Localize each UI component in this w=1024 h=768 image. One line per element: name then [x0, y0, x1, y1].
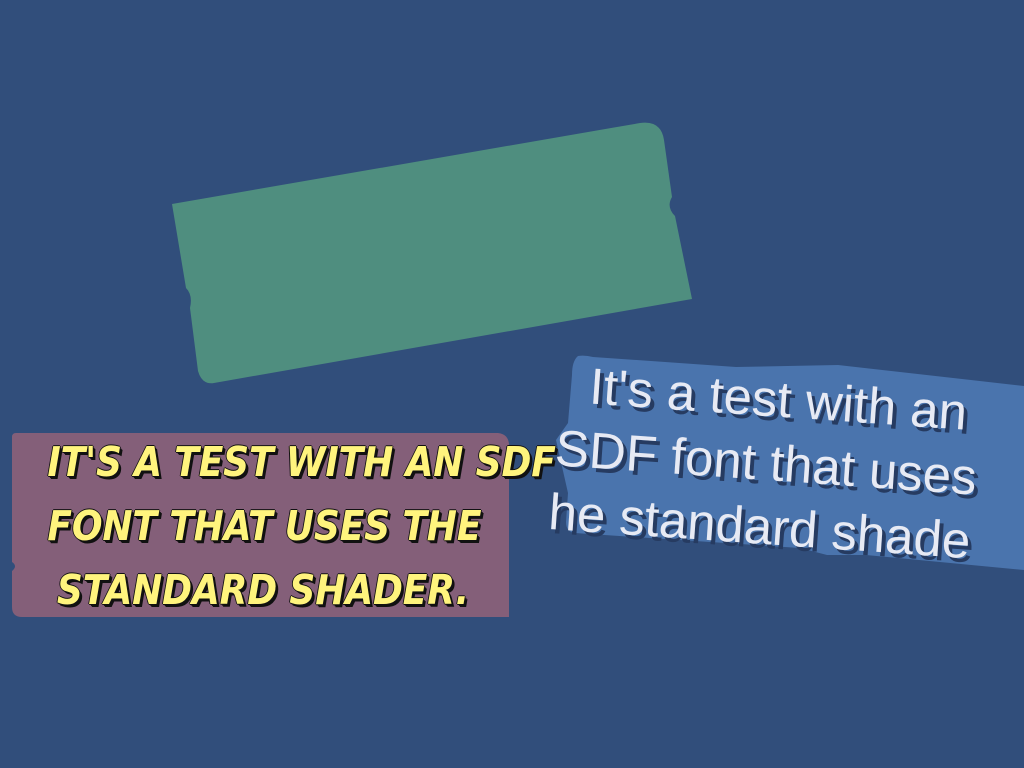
comic-sdf-text: IT'S A TEST WITH AN SDF FONT THAT USES T… — [47, 430, 556, 622]
green-panel — [172, 122, 692, 384]
comic-text-line-1: IT'S A TEST WITH AN SDF — [47, 438, 556, 486]
comic-text-line-3: STANDARD SHADER. — [56, 566, 470, 614]
comic-text-line-2: FONT THAT USES THE — [47, 502, 482, 550]
rotated-sdf-text: It's a test with an SDF font that uses h… — [543, 352, 1024, 580]
game-scene: IT'S A TEST WITH AN SDF FONT THAT USES T… — [0, 0, 1024, 768]
